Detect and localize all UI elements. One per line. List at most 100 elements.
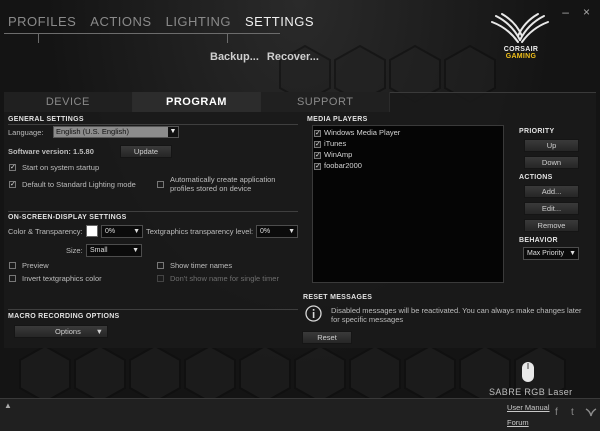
nav-tab-settings[interactable]: SETTINGS [245,14,314,29]
language-select[interactable]: English (U.S. English) ▼ [53,126,179,138]
backup-button[interactable]: Backup... [210,51,259,63]
auto-create-profiles-label: Automatically create application profile… [170,175,276,193]
actions-title: ACTIONS [519,174,553,181]
priority-up-button[interactable]: Up [524,139,579,152]
software-version: Software version: 1.5.80 [8,147,94,156]
behavior-select[interactable]: Max Priority ▼ [523,247,579,260]
divider [8,211,298,212]
chevron-down-icon: ▼ [132,247,139,254]
forum-link[interactable]: Forum [507,418,529,427]
chevron-down-icon: ▼ [133,228,140,235]
media-player-checkbox[interactable]: ✓ [314,140,321,148]
macro-options-button[interactable]: Options ▼ [14,325,108,338]
settings-actions: Backup... Recover... [210,51,319,63]
show-timer-names-checkbox[interactable] [157,262,164,269]
osd-size-value: Small [90,247,108,254]
chevron-down-icon: ▼ [569,250,576,257]
main-nav: PROFILES ACTIONS LIGHTING SETTINGS [8,14,314,29]
invert-color-checkbox[interactable] [9,275,16,282]
textgraphics-transparency-label: Textgraphics transparency level: [146,227,254,236]
close-button[interactable]: × [583,5,590,19]
logo-line-corsair: CORSAIR [503,46,539,53]
user-manual-link[interactable]: User Manual [507,403,550,412]
remove-button[interactable]: Remove [524,219,579,232]
language-value: English (U.S. English) [56,127,129,136]
nav-tab-actions[interactable]: ACTIONS [90,14,151,29]
logo-wordmark: CORSAIR GAMING [495,46,547,60]
tab-support[interactable]: SUPPORT [261,92,391,112]
start-on-startup-label: Start on system startup [22,163,100,172]
behavior-value: Max Priority [527,250,564,257]
corsair-sails-icon[interactable] [585,407,597,417]
general-settings-title: GENERAL SETTINGS [8,116,84,123]
media-players-list[interactable] [312,125,504,283]
start-on-startup-checkbox[interactable]: ✓ [9,164,16,171]
default-lighting-label: Default to Standard Lighting mode [22,180,136,189]
chevron-down-icon: ▼ [95,327,103,336]
tab-device[interactable]: DEVICE [4,92,133,112]
update-button[interactable]: Update [120,145,172,158]
media-players-title: MEDIA PLAYERS [307,116,368,123]
divider [8,309,298,310]
default-lighting-checkbox[interactable]: ✓ [9,181,16,188]
nav-tab-profiles[interactable]: PROFILES [8,14,76,29]
chevron-down-icon: ▼ [288,228,295,235]
invert-color-label: Invert textgraphics color [22,274,102,283]
media-player-checkbox[interactable]: ✓ [314,129,321,137]
list-item[interactable]: ✓ iTunes [314,139,346,148]
facebook-icon[interactable]: f [555,407,558,418]
behavior-title: BEHAVIOR [519,237,558,244]
settings-subtabs: DEVICE PROGRAM SUPPORT [4,92,391,112]
media-player-checkbox[interactable]: ✓ [314,151,321,159]
osd-color-swatch[interactable] [86,225,98,237]
chevron-down-icon: ▼ [168,127,178,137]
device-name: SABRE RGB Laser [489,387,573,397]
size-label: Size: [66,246,83,255]
priority-down-button[interactable]: Down [524,156,579,169]
media-player-name: WinAmp [324,150,353,159]
osd-settings-title: ON-SCREEN-DISPLAY SETTINGS [8,214,127,221]
preview-label: Preview [22,261,49,270]
twitter-icon[interactable]: t [571,407,574,418]
dont-show-single-timer-checkbox[interactable] [157,275,164,282]
nav-tick [227,33,228,43]
collapse-arrow-icon[interactable]: ▲ [4,401,12,410]
nav-tick [38,33,39,43]
textgraphics-transparency-select[interactable]: 0% ▼ [256,225,298,238]
media-player-name: Windows Media Player [324,128,401,137]
edit-button[interactable]: Edit... [524,202,579,215]
nav-divider [4,33,280,34]
recover-button[interactable]: Recover... [267,51,319,63]
preview-checkbox[interactable] [9,262,16,269]
dont-show-single-timer-label: Don't show name for single timer [170,274,279,283]
mouse-icon[interactable] [521,361,535,383]
tab-program[interactable]: PROGRAM [132,92,262,112]
reset-messages-title: RESET MESSAGES [303,294,373,301]
window-controls: – × [562,5,590,19]
osd-size-select[interactable]: Small ▼ [86,244,142,257]
reset-button[interactable]: Reset [302,331,352,344]
osd-color-transparency-value: 0% [105,228,116,235]
show-timer-names-label: Show timer names [170,261,233,270]
priority-title: PRIORITY [519,128,555,135]
media-player-name: foobar2000 [324,161,362,170]
media-player-name: iTunes [324,139,347,148]
macro-options-label: Options [55,327,81,336]
minimize-button[interactable]: – [562,5,569,19]
osd-color-transparency-select[interactable]: 0% ▼ [101,225,143,238]
list-item[interactable]: ✓ Windows Media Player [314,128,400,137]
macro-recording-title: MACRO RECORDING OPTIONS [8,313,120,320]
divider [8,124,298,125]
logo-line-gaming: GAMING [505,53,537,60]
info-icon [305,305,322,322]
language-label: Language: [8,128,44,137]
list-item[interactable]: ✓ foobar2000 [314,161,362,170]
reset-messages-text: Disabled messages will be reactivated. Y… [331,306,582,324]
color-transparency-label: Color & Transparency: [8,227,83,236]
nav-tab-lighting[interactable]: LIGHTING [166,14,231,29]
textgraphics-transparency-value: 0% [260,228,271,235]
auto-create-profiles-checkbox[interactable] [157,181,164,188]
add-button[interactable]: Add... [524,185,579,198]
list-item[interactable]: ✓ WinAmp [314,150,352,159]
media-player-checkbox[interactable]: ✓ [314,162,321,170]
